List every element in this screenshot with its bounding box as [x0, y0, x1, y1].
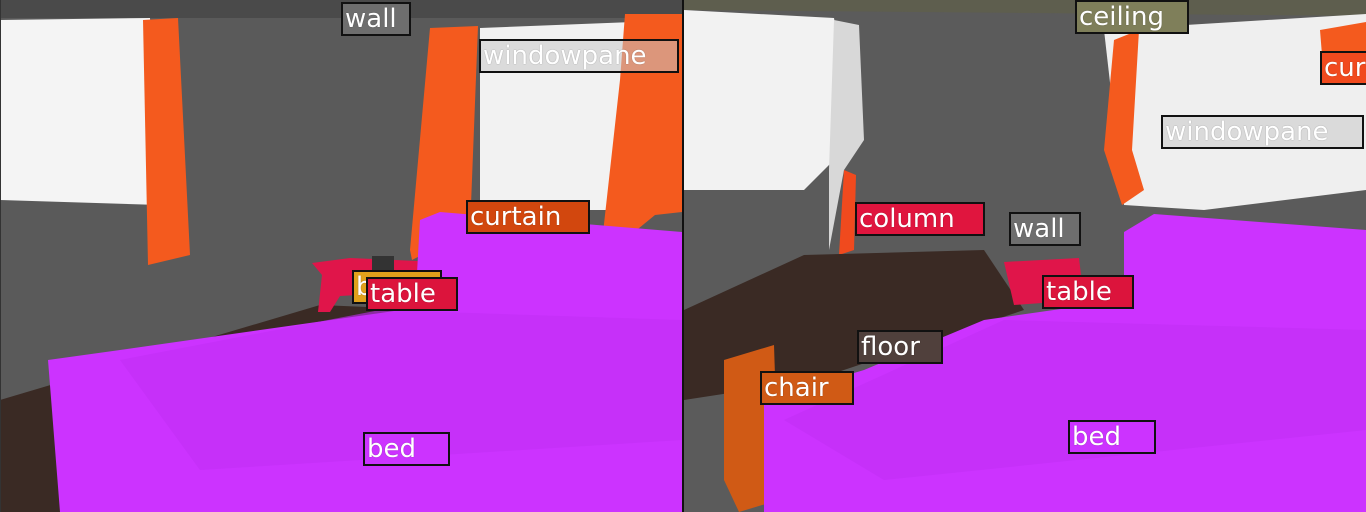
label-bed: bed — [1068, 420, 1156, 454]
segmentation-view-left: wall windowpane curtain b table bed — [0, 0, 682, 512]
label-column: column — [855, 202, 985, 236]
label-curtain: curtain — [466, 200, 590, 234]
segmentation-view-right: ceiling cur windowpane column wall table floor… — [684, 0, 1366, 512]
label-ceiling: ceiling — [1075, 0, 1189, 34]
label-table: table — [366, 277, 458, 311]
label-wall: wall — [341, 2, 411, 36]
window-region-left — [684, 10, 854, 190]
label-bed: bed — [363, 432, 450, 466]
phone-region — [372, 256, 394, 270]
label-table: table — [1042, 275, 1134, 309]
segmentation-mask-right — [684, 0, 1366, 512]
label-windowpane: windowpane — [1161, 115, 1364, 149]
label-wall: wall — [1009, 212, 1081, 246]
label-floor: floor — [857, 330, 943, 364]
label-chair: chair — [760, 371, 854, 405]
window-region-left — [0, 18, 160, 205]
label-windowpane: windowpane — [479, 39, 679, 73]
label-curtain: cur — [1320, 51, 1366, 85]
segmentation-mask-left — [0, 0, 682, 512]
